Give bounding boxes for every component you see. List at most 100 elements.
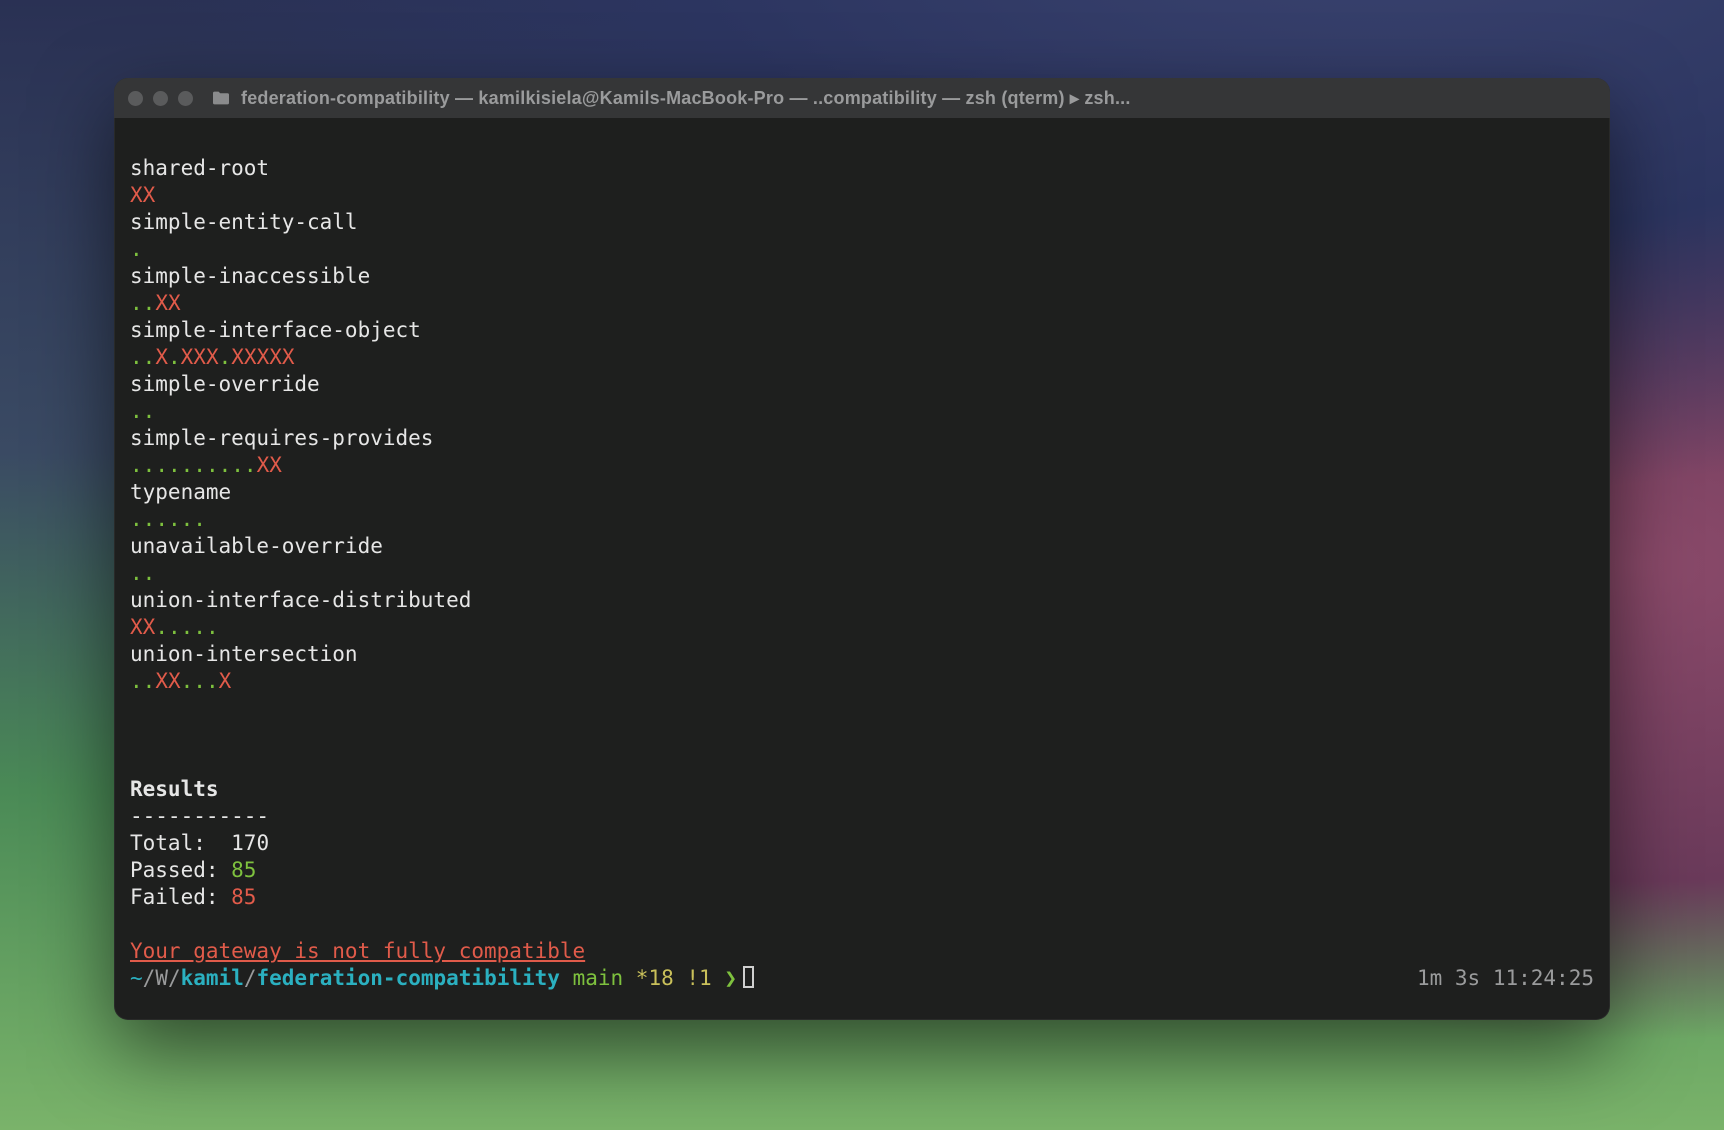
test-mark: X xyxy=(155,669,168,693)
test-marks: ..XX...X xyxy=(130,668,1594,695)
test-block: simple-inaccessible..XX xyxy=(130,263,1594,317)
test-block: simple-override.. xyxy=(130,371,1594,425)
test-mark: . xyxy=(130,507,143,531)
test-mark: . xyxy=(181,615,194,639)
test-marks: ...... xyxy=(130,506,1594,533)
prompt-dir-kamil: kamil xyxy=(181,966,244,990)
prompt-row: ~/W/kamil/federation-compatibility main … xyxy=(130,965,1594,992)
test-mark: . xyxy=(130,345,143,369)
zoom-window-button[interactable] xyxy=(178,91,193,106)
test-mark: . xyxy=(155,453,168,477)
test-name: unavailable-override xyxy=(130,534,383,558)
test-mark: X xyxy=(143,183,156,207)
test-mark: . xyxy=(168,615,181,639)
test-marks: ..........XX xyxy=(130,452,1594,479)
test-mark: . xyxy=(206,615,219,639)
results-passed: Passed: 85 xyxy=(130,858,256,882)
results-separator: ----------- xyxy=(130,804,269,828)
test-mark: . xyxy=(143,453,156,477)
test-mark: . xyxy=(155,615,168,639)
test-block: unavailable-override.. xyxy=(130,533,1594,587)
prompt-w: W xyxy=(155,966,168,990)
test-mark: . xyxy=(193,615,206,639)
test-name: simple-override xyxy=(130,372,320,396)
terminal-output: shared-rootXXsimple-entity-call.simple-i… xyxy=(130,128,1594,1006)
window-titlebar[interactable]: federation-compatibility — kamilkisiela@… xyxy=(114,78,1610,118)
window-title: federation-compatibility — kamilkisiela@… xyxy=(241,88,1596,109)
failed-value: 85 xyxy=(231,885,256,909)
test-mark: X xyxy=(168,291,181,315)
prompt-sep: / xyxy=(168,966,181,990)
prompt-git-status: *18 !1 xyxy=(636,966,725,990)
failed-label: Failed: xyxy=(130,885,231,909)
test-mark: X xyxy=(130,615,143,639)
terminal-window[interactable]: federation-compatibility — kamilkisiela@… xyxy=(114,78,1610,1020)
test-block: simple-interface-object..X.XXX.XXXXX xyxy=(130,317,1594,371)
test-mark: . xyxy=(168,507,181,531)
test-mark: . xyxy=(181,669,194,693)
test-mark: . xyxy=(168,453,181,477)
test-mark: . xyxy=(130,291,143,315)
test-mark: X xyxy=(143,615,156,639)
compatibility-warning: Your gateway is not fully compatible xyxy=(130,939,585,963)
test-block: union-intersection..XX...X xyxy=(130,641,1594,695)
minimize-window-button[interactable] xyxy=(153,91,168,106)
test-mark: X xyxy=(282,345,295,369)
test-mark: . xyxy=(143,561,156,585)
prompt-dir-repo: federation-compatibility xyxy=(257,966,560,990)
test-mark: . xyxy=(181,453,194,477)
test-marks: .. xyxy=(130,398,1594,425)
test-block: simple-entity-call. xyxy=(130,209,1594,263)
test-mark: X xyxy=(206,345,219,369)
traffic-lights[interactable] xyxy=(128,91,193,106)
test-mark: . xyxy=(206,669,219,693)
total-label: Total: xyxy=(130,831,231,855)
test-block: typename...... xyxy=(130,479,1594,533)
results-heading: Results xyxy=(130,777,219,801)
test-mark: . xyxy=(130,669,143,693)
test-mark: X xyxy=(130,183,143,207)
text-cursor[interactable] xyxy=(743,966,754,988)
folder-icon xyxy=(211,90,231,106)
test-marks: .. xyxy=(130,560,1594,587)
test-mark: . xyxy=(231,453,244,477)
prompt-branch: main xyxy=(560,966,636,990)
test-mark: X xyxy=(193,345,206,369)
prompt-time: 1m 3s 11:24:25 xyxy=(1417,965,1594,992)
test-name: union-interface-distributed xyxy=(130,588,471,612)
test-mark: . xyxy=(155,507,168,531)
close-window-button[interactable] xyxy=(128,91,143,106)
test-mark: . xyxy=(193,453,206,477)
test-mark: X xyxy=(257,345,270,369)
shell-prompt[interactable]: ~/W/kamil/federation-compatibility main … xyxy=(130,965,754,992)
test-mark: X xyxy=(155,345,168,369)
test-marks: ..XX xyxy=(130,290,1594,317)
test-mark: X xyxy=(244,345,257,369)
test-mark: . xyxy=(143,399,156,423)
test-mark: . xyxy=(181,507,194,531)
test-mark: . xyxy=(244,453,257,477)
test-mark: . xyxy=(143,507,156,531)
test-mark: . xyxy=(130,561,143,585)
test-mark: . xyxy=(130,237,143,261)
test-mark: . xyxy=(193,507,206,531)
test-marks: . xyxy=(130,236,1594,263)
test-name: typename xyxy=(130,480,231,504)
passed-label: Passed: xyxy=(130,858,231,882)
test-name: simple-interface-object xyxy=(130,318,421,342)
test-marks: XX..... xyxy=(130,614,1594,641)
results-total: Total: 170 xyxy=(130,831,269,855)
terminal-body[interactable]: shared-rootXXsimple-entity-call.simple-i… xyxy=(114,118,1610,1020)
prompt-sep: / xyxy=(244,966,257,990)
test-name: simple-requires-provides xyxy=(130,426,433,450)
test-mark: X xyxy=(269,453,282,477)
test-block: simple-requires-provides..........XX xyxy=(130,425,1594,479)
test-mark: X xyxy=(231,345,244,369)
test-mark: . xyxy=(143,669,156,693)
test-marks: XX xyxy=(130,182,1594,209)
test-mark: . xyxy=(130,453,143,477)
test-mark: . xyxy=(206,453,219,477)
test-block: union-interface-distributedXX..... xyxy=(130,587,1594,641)
test-name: union-intersection xyxy=(130,642,358,666)
prompt-sep: / xyxy=(143,966,156,990)
